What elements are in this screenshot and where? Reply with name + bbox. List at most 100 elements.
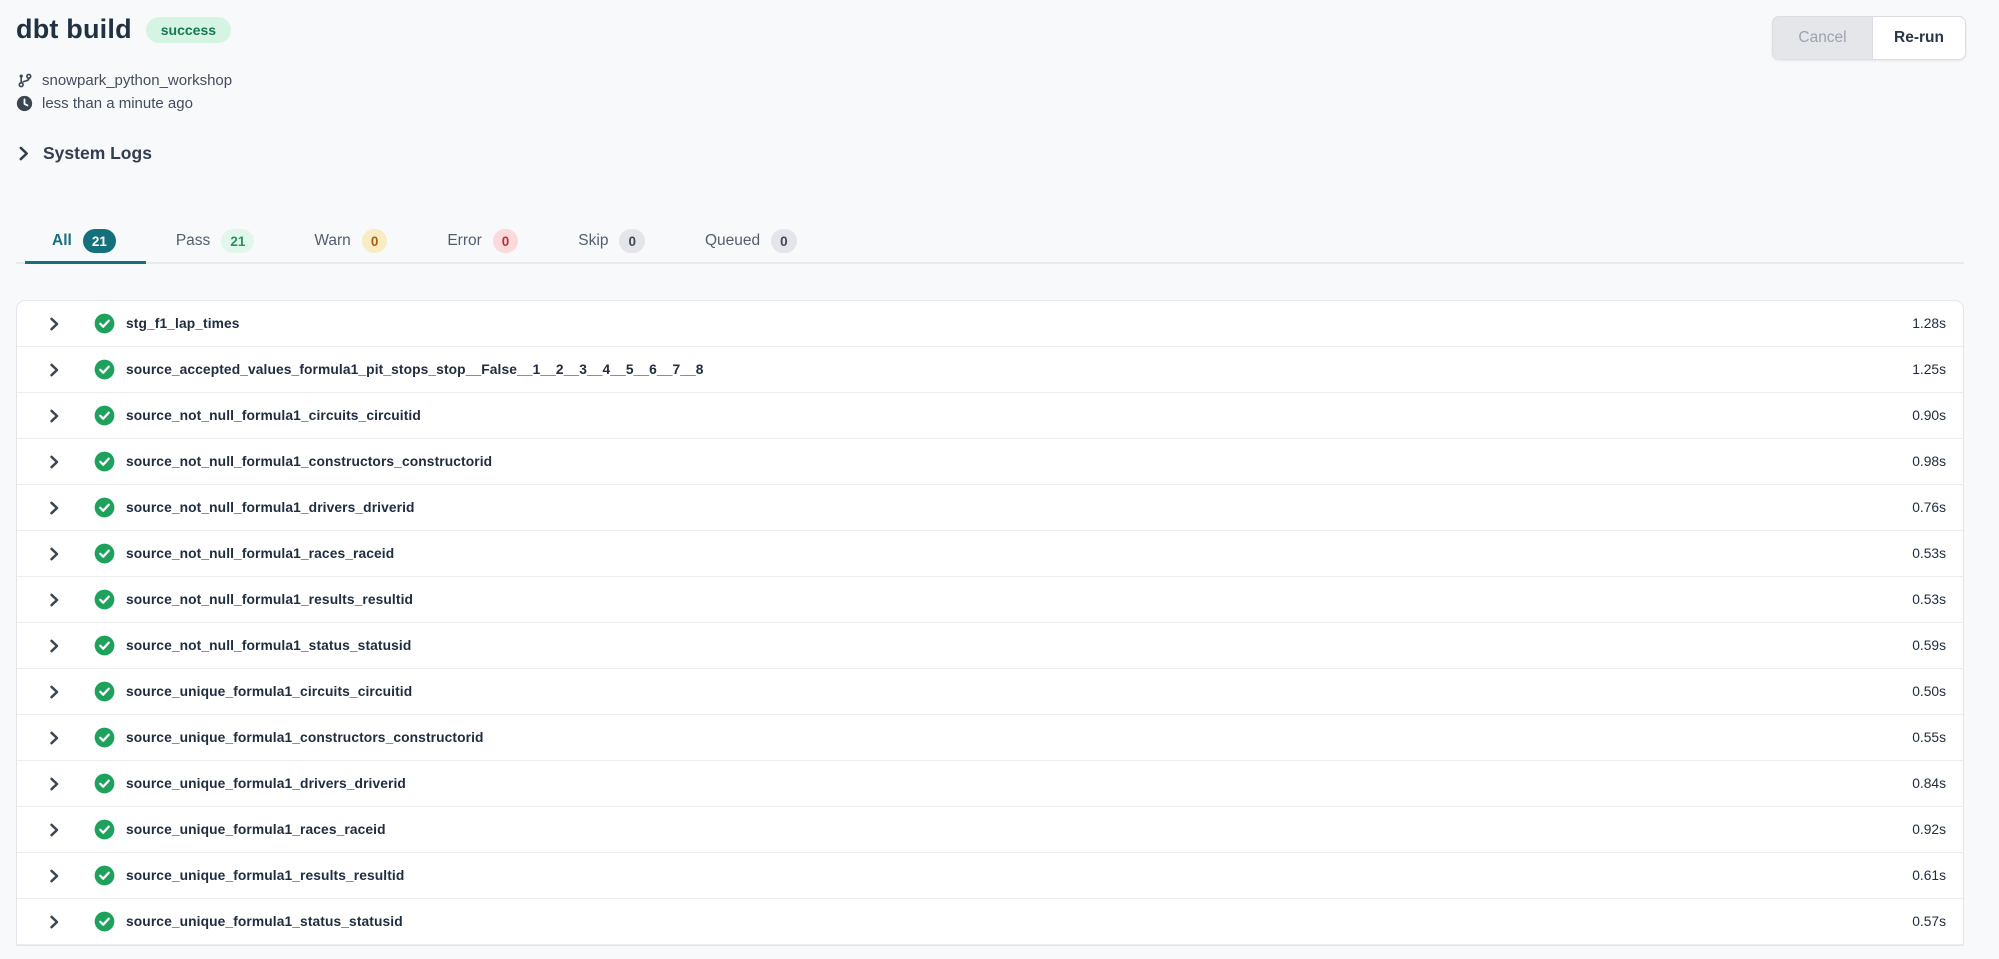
check-circle-icon <box>94 635 115 656</box>
node-duration: 0.92s <box>1912 822 1946 837</box>
chevron-right-icon[interactable] <box>47 408 61 424</box>
result-row[interactable]: source_unique_formula1_races_raceid 0.92… <box>17 807 1963 853</box>
tab-label: Skip <box>578 232 608 250</box>
chevron-right-icon[interactable] <box>47 592 61 608</box>
tab-count-badge: 0 <box>619 229 645 253</box>
tab-queued[interactable]: Queued 0 <box>675 220 827 262</box>
clock-icon <box>16 95 33 112</box>
result-row[interactable]: source_unique_formula1_results_resultid … <box>17 853 1963 899</box>
node-name: source_not_null_formula1_status_statusid <box>126 638 411 653</box>
time-ago: less than a minute ago <box>42 95 193 112</box>
check-circle-icon <box>94 773 115 794</box>
node-duration: 0.57s <box>1912 914 1946 929</box>
tab-count-badge: 21 <box>221 229 254 253</box>
tab-count-badge: 0 <box>771 229 797 253</box>
result-row[interactable]: stg_f1_lap_times 1.28s <box>17 301 1963 347</box>
tab-skip[interactable]: Skip 0 <box>548 220 675 262</box>
node-name: source_unique_formula1_results_resultid <box>126 868 404 883</box>
git-branch-icon <box>16 72 33 89</box>
result-row[interactable]: source_not_null_formula1_circuits_circui… <box>17 393 1963 439</box>
tab-label: Error <box>447 232 481 250</box>
results-list: stg_f1_lap_times 1.28s source_accepted_v… <box>16 300 1964 946</box>
tab-warn[interactable]: Warn 0 <box>284 220 417 262</box>
chevron-right-icon[interactable] <box>47 362 61 378</box>
result-row[interactable]: source_not_null_formula1_constructors_co… <box>17 439 1963 485</box>
result-row[interactable]: source_unique_formula1_drivers_driverid … <box>17 761 1963 807</box>
check-circle-icon <box>94 405 115 426</box>
tab-all[interactable]: All 21 <box>25 220 146 262</box>
chevron-right-icon[interactable] <box>47 914 61 930</box>
tab-label: Warn <box>314 232 350 250</box>
node-duration: 0.53s <box>1912 592 1946 607</box>
node-duration: 0.53s <box>1912 546 1946 561</box>
node-duration: 0.59s <box>1912 638 1946 653</box>
chevron-right-icon[interactable] <box>47 776 61 792</box>
node-name: source_not_null_formula1_drivers_driveri… <box>126 500 415 515</box>
node-name: source_accepted_values_formula1_pit_stop… <box>126 362 704 377</box>
run-actions: Cancel Re-run <box>1772 16 1966 60</box>
check-circle-icon <box>94 359 115 380</box>
check-circle-icon <box>94 911 115 932</box>
node-duration: 1.28s <box>1912 316 1946 331</box>
header: dbt build success Cancel Re-run <box>16 14 1966 60</box>
node-name: source_unique_formula1_constructors_cons… <box>126 730 484 745</box>
node-name: source_not_null_formula1_circuits_circui… <box>126 408 421 423</box>
tab-label: Pass <box>176 232 210 250</box>
cancel-button[interactable]: Cancel <box>1772 16 1872 60</box>
node-name: stg_f1_lap_times <box>126 316 240 331</box>
chevron-right-icon[interactable] <box>47 822 61 838</box>
rerun-button[interactable]: Re-run <box>1872 16 1966 60</box>
check-circle-icon <box>94 451 115 472</box>
tab-error[interactable]: Error 0 <box>417 220 548 262</box>
node-duration: 0.84s <box>1912 776 1946 791</box>
check-circle-icon <box>94 589 115 610</box>
chevron-right-icon <box>16 145 31 162</box>
status-badge: success <box>146 17 231 43</box>
node-name: source_unique_formula1_races_raceid <box>126 822 386 837</box>
tab-pass[interactable]: Pass 21 <box>146 220 285 262</box>
check-circle-icon <box>94 681 115 702</box>
time-row: less than a minute ago <box>16 92 1966 115</box>
tab-label: Queued <box>705 232 760 250</box>
run-meta: snowpark_python_workshop less than a min… <box>16 69 1966 115</box>
node-name: source_not_null_formula1_constructors_co… <box>126 454 492 469</box>
check-circle-icon <box>94 865 115 886</box>
node-duration: 0.90s <box>1912 408 1946 423</box>
result-row[interactable]: source_not_null_formula1_status_statusid… <box>17 623 1963 669</box>
page-title: dbt build <box>16 14 132 45</box>
chevron-right-icon[interactable] <box>47 500 61 516</box>
result-row[interactable]: source_unique_formula1_status_statusid 0… <box>17 899 1963 945</box>
node-name: source_unique_formula1_circuits_circuiti… <box>126 684 412 699</box>
result-row[interactable]: source_not_null_formula1_drivers_driveri… <box>17 485 1963 531</box>
check-circle-icon <box>94 819 115 840</box>
system-logs-toggle[interactable]: System Logs <box>16 143 152 164</box>
run-detail-page: dbt build success Cancel Re-run snowpark… <box>0 0 1999 946</box>
node-duration: 1.25s <box>1912 362 1946 377</box>
chevron-right-icon[interactable] <box>47 684 61 700</box>
result-row[interactable]: source_accepted_values_formula1_pit_stop… <box>17 347 1963 393</box>
node-duration: 0.55s <box>1912 730 1946 745</box>
node-duration: 0.98s <box>1912 454 1946 469</box>
chevron-right-icon[interactable] <box>47 546 61 562</box>
branch-name: snowpark_python_workshop <box>42 72 232 89</box>
tab-count-badge: 0 <box>493 229 519 253</box>
chevron-right-icon[interactable] <box>47 730 61 746</box>
chevron-right-icon[interactable] <box>47 638 61 654</box>
node-name: source_unique_formula1_status_statusid <box>126 914 403 929</box>
node-duration: 0.50s <box>1912 684 1946 699</box>
check-circle-icon <box>94 727 115 748</box>
result-row[interactable]: source_not_null_formula1_results_resulti… <box>17 577 1963 623</box>
node-duration: 0.61s <box>1912 868 1946 883</box>
status-filter-tabs: All 21 Pass 21 Warn 0 Error 0 Skip 0 Que… <box>16 220 1964 264</box>
title-wrap: dbt build success <box>16 14 231 45</box>
result-row[interactable]: source_not_null_formula1_races_raceid 0.… <box>17 531 1963 577</box>
chevron-right-icon[interactable] <box>47 454 61 470</box>
result-row[interactable]: source_unique_formula1_circuits_circuiti… <box>17 669 1963 715</box>
chevron-right-icon[interactable] <box>47 316 61 332</box>
check-circle-icon <box>94 313 115 334</box>
chevron-right-icon[interactable] <box>47 868 61 884</box>
node-duration: 0.76s <box>1912 500 1946 515</box>
node-name: source_unique_formula1_drivers_driverid <box>126 776 406 791</box>
result-row[interactable]: source_unique_formula1_constructors_cons… <box>17 715 1963 761</box>
tab-label: All <box>52 232 72 250</box>
